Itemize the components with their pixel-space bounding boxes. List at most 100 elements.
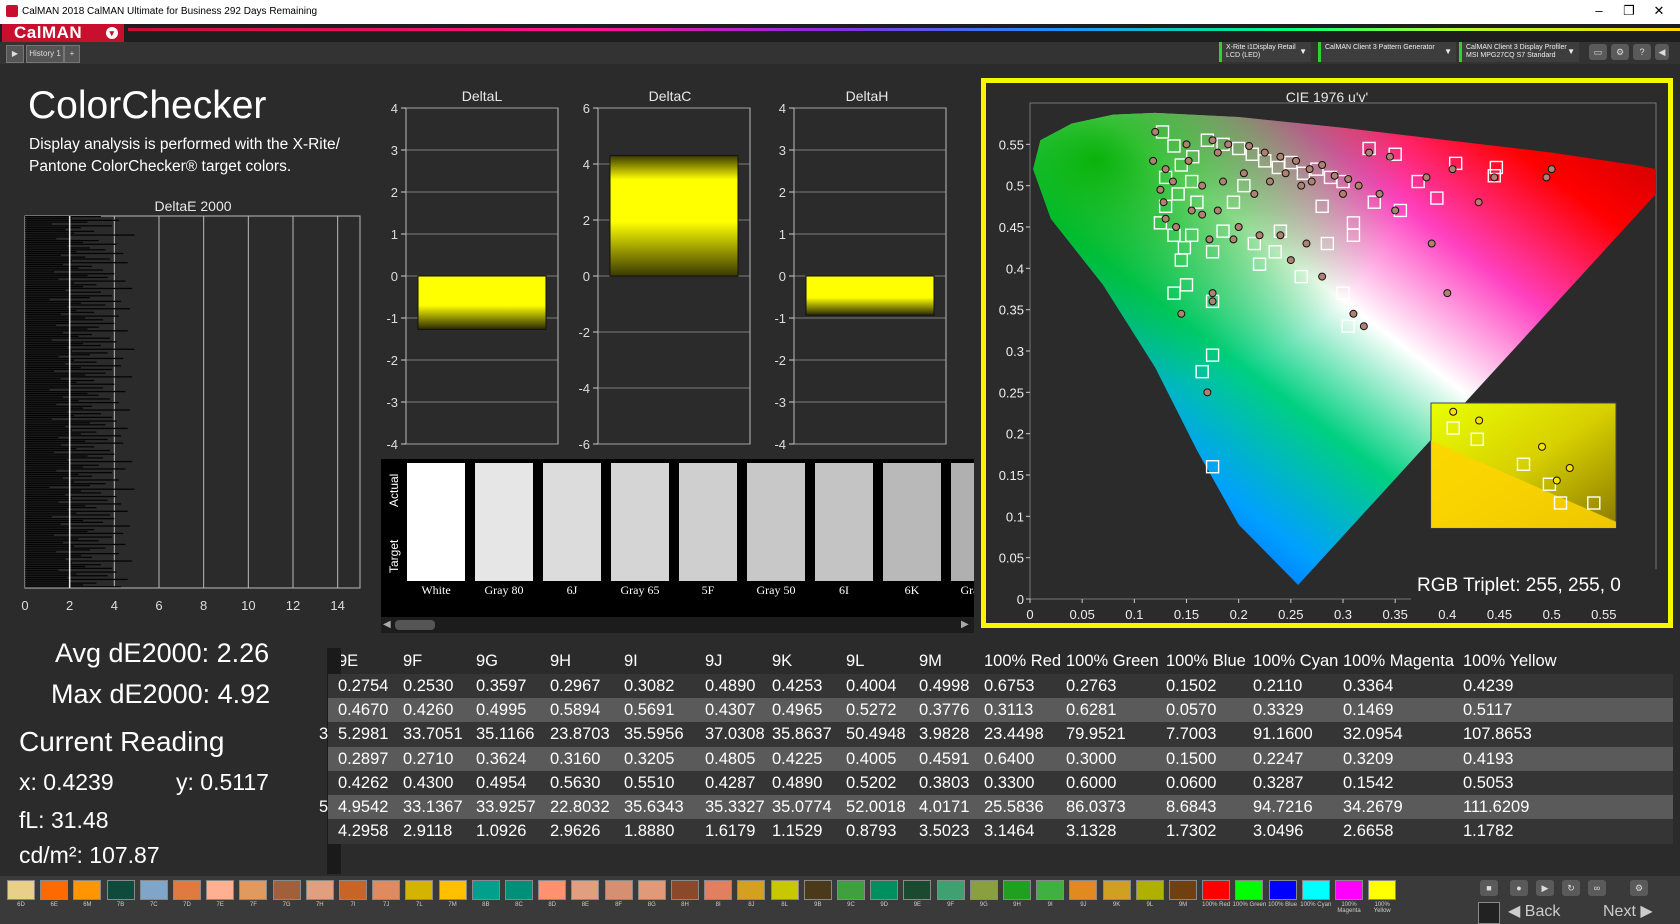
color-chip[interactable]	[704, 880, 733, 900]
gear-icon[interactable]: ⚙	[1611, 44, 1629, 60]
color-chip[interactable]	[538, 880, 567, 900]
color-chip[interactable]	[1202, 880, 1231, 900]
table-row[interactable]: 0.4262 0.4300 0.4954 0.5630 0.5510 0.4287 0.48…	[328, 770, 1673, 796]
color-chip[interactable]	[372, 880, 401, 900]
color-chip[interactable]	[1135, 880, 1164, 900]
color-swatch[interactable]	[951, 463, 974, 581]
color-chip[interactable]	[1368, 880, 1397, 900]
color-swatch[interactable]	[611, 463, 669, 581]
color-chip[interactable]	[936, 880, 965, 900]
color-swatch[interactable]	[747, 463, 805, 581]
repeat-icon[interactable]: ↻	[1562, 880, 1580, 896]
color-chip[interactable]	[139, 880, 168, 900]
column-header[interactable]: 9E	[338, 652, 358, 671]
table-row[interactable]: 5 4.9542 33.1367 33.9257 22.8032 35.6343 35.33…	[319, 795, 1673, 820]
color-chip[interactable]	[40, 880, 69, 900]
table-row[interactable]: 0.2897 0.2710 0.3624 0.3160 0.3205 0.4805 0.42…	[328, 746, 1673, 772]
color-chip[interactable]	[471, 880, 500, 900]
color-chip[interactable]	[505, 880, 533, 900]
table-row[interactable]: 0.2754 0.2530 0.3597 0.2967 0.3082 0.4890 0.42…	[328, 674, 1673, 699]
column-header[interactable]: 9G	[476, 652, 498, 671]
color-swatch[interactable]	[815, 463, 873, 581]
color-chip[interactable]	[903, 880, 932, 900]
color-swatch[interactable]	[407, 463, 465, 581]
camera-icon[interactable]: ▭	[1589, 44, 1607, 60]
table-row[interactable]: 3 5.2981 33.7051 35.1166 23.8703 35.5956 37.03…	[319, 722, 1673, 748]
loop-icon[interactable]: ∞	[1588, 880, 1606, 896]
add-tab-button[interactable]: +	[64, 45, 80, 63]
column-header[interactable]: 100% Magenta	[1343, 652, 1454, 671]
tab-history-1[interactable]: History 1	[26, 45, 64, 63]
color-chip[interactable]	[272, 880, 301, 900]
display-selector[interactable]: CalMAN Client 3 Display Profiler MSI MPG…	[1459, 42, 1579, 62]
color-chip[interactable]	[7, 880, 35, 900]
color-chip[interactable]	[1036, 880, 1065, 900]
collapse-icon[interactable]: ◀	[1655, 44, 1669, 60]
next-button[interactable]: Next ▶	[1603, 901, 1653, 921]
record-icon[interactable]: ●	[1510, 880, 1528, 896]
read-continuous-icon[interactable]	[1478, 902, 1500, 924]
color-chip[interactable]	[969, 880, 998, 900]
column-header[interactable]: 9J	[705, 652, 722, 671]
column-header[interactable]: 9I	[624, 652, 638, 671]
column-header[interactable]: 9K	[772, 652, 792, 671]
settings-icon[interactable]: ⚙	[1630, 880, 1648, 896]
color-chip[interactable]	[305, 880, 334, 900]
stop-icon[interactable]: ■	[1480, 880, 1498, 896]
color-chip[interactable]	[1003, 880, 1031, 900]
color-chip[interactable]	[803, 880, 832, 900]
play-icon[interactable]: ▶	[6, 45, 24, 63]
color-chip[interactable]	[239, 880, 268, 900]
pattern-generator-selector[interactable]: CalMAN Client 3 Pattern Generator ▼	[1318, 42, 1456, 62]
table-row[interactable]: 0.4670 0.4260 0.4995 0.5894 0.5691 0.4307 0.49…	[328, 698, 1673, 724]
column-header[interactable]: 100% Cyan	[1253, 652, 1338, 671]
column-header[interactable]: 9L	[846, 652, 864, 671]
color-chip[interactable]	[405, 880, 434, 900]
color-chip[interactable]	[671, 880, 699, 900]
column-header[interactable]: 9M	[919, 652, 942, 671]
column-header[interactable]: 100% Green	[1066, 652, 1159, 671]
column-header[interactable]: 9F	[403, 652, 422, 671]
scroll-thumb[interactable]	[395, 620, 435, 630]
color-chip[interactable]	[106, 880, 135, 900]
table-row[interactable]: 4.2958 2.9118 1.0926 2.9626 1.8880 1.6179 1.15…	[328, 819, 1673, 845]
scroll-left-icon[interactable]: ◀	[383, 619, 391, 630]
scroll-right-icon[interactable]: ▶	[961, 619, 969, 630]
minimize-button[interactable]: –	[1586, 3, 1612, 18]
column-header[interactable]: 100% Blue	[1166, 652, 1246, 671]
column-header[interactable]: 100% Red	[984, 652, 1061, 671]
color-chip[interactable]	[1235, 880, 1264, 900]
color-chip[interactable]	[438, 880, 467, 900]
color-chip[interactable]	[770, 880, 799, 900]
color-chip[interactable]	[571, 880, 600, 900]
meter-selector[interactable]: X-Rite i1Display Retail LCD (LED) ▼	[1219, 42, 1311, 62]
column-header[interactable]: 9H	[550, 652, 571, 671]
color-chip[interactable]	[1169, 880, 1197, 900]
color-chip[interactable]	[1102, 880, 1131, 900]
color-chip[interactable]	[1268, 880, 1297, 900]
color-chip[interactable]	[1301, 880, 1330, 900]
restore-button[interactable]: ❐	[1616, 3, 1642, 19]
color-chip[interactable]	[73, 880, 102, 900]
color-swatch[interactable]	[679, 463, 737, 581]
play-icon[interactable]: ▶	[1536, 880, 1554, 896]
color-chip[interactable]	[206, 880, 235, 900]
color-swatch[interactable]	[475, 463, 533, 581]
help-icon[interactable]: ?	[1633, 44, 1651, 60]
column-header[interactable]: 100% Yellow	[1463, 652, 1557, 671]
color-chip[interactable]	[173, 880, 201, 900]
color-chip[interactable]	[637, 880, 666, 900]
close-button[interactable]: ✕	[1646, 3, 1672, 19]
color-swatch[interactable]	[883, 463, 941, 581]
color-swatch[interactable]	[543, 463, 601, 581]
color-chip[interactable]	[339, 880, 367, 900]
back-button[interactable]: ◀ Back	[1508, 901, 1560, 921]
color-chip[interactable]	[1069, 880, 1098, 900]
color-chip[interactable]	[737, 880, 766, 900]
color-chip[interactable]	[837, 880, 865, 900]
color-chip[interactable]	[870, 880, 899, 900]
color-chip[interactable]	[1335, 880, 1363, 900]
logo-menu-icon[interactable]: ▾	[106, 27, 118, 39]
swatch-scrollbar[interactable]: ◀ ▶	[381, 617, 974, 633]
calman-logo[interactable]: CalMAN ▾	[2, 24, 124, 42]
